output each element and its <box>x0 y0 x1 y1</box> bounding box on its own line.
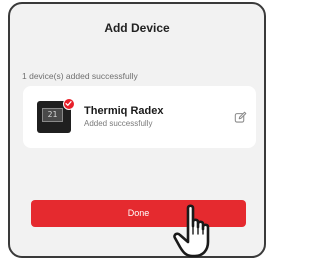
done-button[interactable]: Done <box>31 200 246 227</box>
screenshot-canvas: Add Device 1 device(s) added successfull… <box>0 0 279 268</box>
status-text: 1 device(s) added successfully <box>22 71 138 81</box>
check-badge-icon <box>63 98 75 110</box>
dialog-title: Add Device <box>104 21 170 35</box>
add-device-dialog: Add Device 1 device(s) added successfull… <box>8 2 266 258</box>
device-name: Thermiq Radex <box>84 105 164 117</box>
thermostat-display: 21 <box>42 108 63 122</box>
device-card[interactable]: 21 Thermiq Radex Added successfully <box>23 86 256 148</box>
edit-icon[interactable] <box>234 111 247 124</box>
thermostat-display-value: 21 <box>47 110 58 119</box>
device-status: Added successfully <box>84 119 153 128</box>
